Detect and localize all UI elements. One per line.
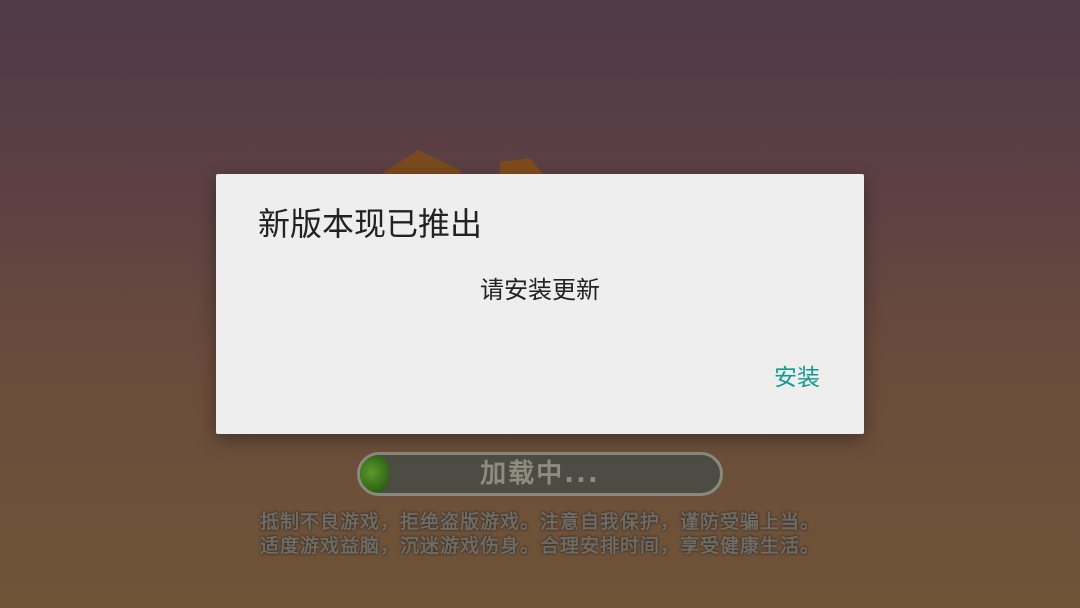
notice-line: 抵制不良游戏，拒绝盗版游戏。注意自我保护，谨防受骗上当。 — [259, 511, 820, 533]
game-loading-screen: 加载中... 抵制不良游戏，拒绝盗版游戏。注意自我保护，谨防受骗上当。 适度游戏… — [0, 0, 1080, 608]
loading-progress-bar: 加载中... — [357, 452, 723, 496]
dialog-message: 请安装更新 — [480, 276, 600, 304]
health-gaming-notice: 抵制不良游戏，拒绝盗版游戏。注意自我保护，谨防受骗上当。 适度游戏益脑，沉迷游戏… — [240, 510, 840, 558]
notice-line: 适度游戏益脑，沉迷游戏伤身。合理安排时间，享受健康生活。 — [259, 535, 820, 557]
install-button[interactable]: 安装 — [774, 360, 820, 396]
update-dialog: 新版本现已推出 请安装更新 安装 — [216, 174, 864, 434]
loading-label: 加载中... — [480, 459, 600, 489]
dialog-title: 新版本现已推出 — [258, 205, 483, 243]
